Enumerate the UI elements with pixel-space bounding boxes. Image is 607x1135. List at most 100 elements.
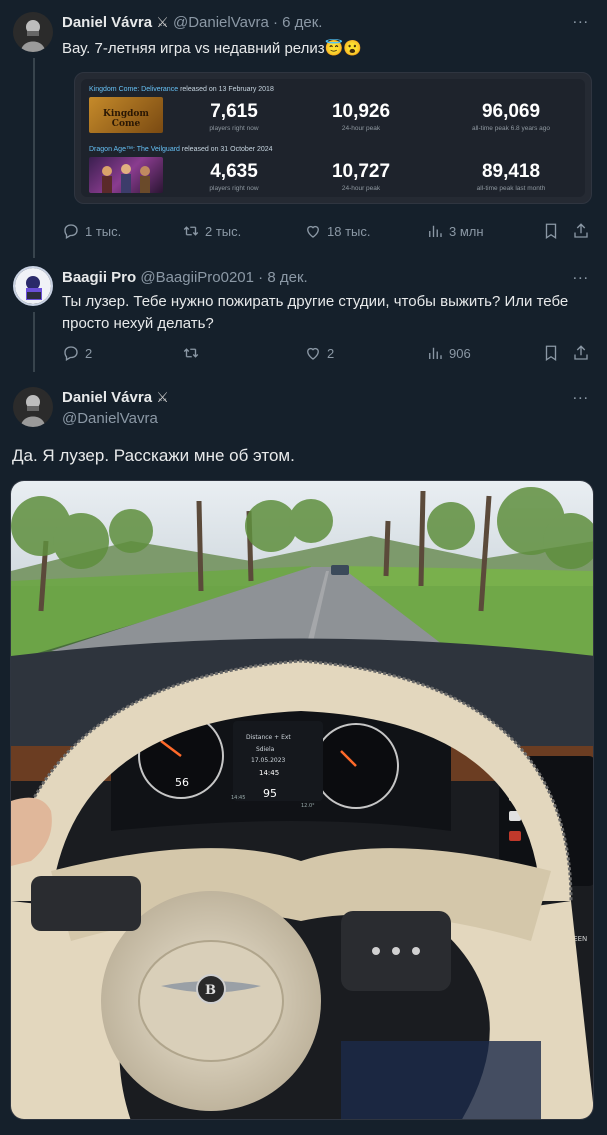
thread-line xyxy=(33,312,35,372)
steam-stats-image[interactable]: Kingdom Come: Deliverance released on 13… xyxy=(74,72,592,204)
alltime-peak-value: 96,069 xyxy=(481,101,541,122)
like-count: 2 xyxy=(327,345,335,361)
thumb-title: Kingdom Come xyxy=(103,109,149,129)
game-title: Dragon Age™: The Veilguard released on 3… xyxy=(89,146,273,153)
center-time: 14:45 xyxy=(259,769,279,777)
peak-24h-label: 24-hour peak xyxy=(341,185,381,192)
views-count: 3 млн xyxy=(449,223,484,239)
outside-temp: 12.0° xyxy=(301,803,315,809)
retweet-icon xyxy=(183,226,199,236)
share-button[interactable] xyxy=(572,344,590,362)
tweet-header: Baagii Pro @BaagiiPro0201 · 8 дек. xyxy=(62,269,308,286)
veilguard-thumbnail xyxy=(89,157,163,193)
retweet-icon xyxy=(183,348,199,358)
tweet-actions: 2 2 906 xyxy=(62,344,593,366)
views-button[interactable]: 3 млн xyxy=(426,222,484,240)
bentley-logo: B xyxy=(205,983,216,998)
like-button[interactable]: 18 тыс. xyxy=(304,222,370,240)
avatar-daniel-vavra[interactable] xyxy=(13,387,53,427)
alltime-peak-label: all-time peak last month xyxy=(476,185,546,192)
more-options-icon[interactable]: ... xyxy=(573,266,589,284)
reply-count: 2 xyxy=(85,345,93,361)
bentley-dashboard-image: SCREEN 56 Distance + Ext Sdiela 17.05.20… xyxy=(11,481,593,1119)
bookmark-button[interactable] xyxy=(542,222,560,240)
game-row-kcd: Kingdom Come: Deliverance released on 13… xyxy=(81,83,585,143)
peak-24h-stat: 10,727 24-hour peak xyxy=(316,161,406,192)
release-date: released on 13 February 2018 xyxy=(180,86,274,93)
peak-24h-value: 10,926 xyxy=(331,101,391,122)
tweet-text-line-1: Ты лузер. Тебе нужно пожирать другие сту… xyxy=(62,293,569,310)
bookmark-icon xyxy=(545,223,557,240)
tweet-time[interactable]: · 8 дек. xyxy=(258,269,308,286)
peak-24h-label: 24-hour peak xyxy=(341,125,381,132)
players-now-stat: 7,615 players right now xyxy=(189,101,279,132)
release-date: released on 31 October 2024 xyxy=(181,146,273,153)
views-count: 906 xyxy=(449,345,471,361)
game-row-veilguard: Dragon Age™: The Veilguard released on 3… xyxy=(81,143,585,203)
share-icon xyxy=(574,345,588,360)
retweet-button[interactable] xyxy=(182,344,205,362)
players-now-stat: 4,635 players right now xyxy=(189,161,279,192)
players-now-label: players right now xyxy=(209,125,259,132)
alltime-peak-value: 89,418 xyxy=(481,161,541,182)
peak-24h-stat: 10,926 24-hour peak xyxy=(316,101,406,132)
views-button[interactable]: 906 xyxy=(426,344,471,362)
retweet-count: 2 тыс. xyxy=(205,223,242,239)
tweet-2[interactable]: Baagii Pro @BaagiiPro0201 · 8 дек. ... Т… xyxy=(0,258,607,378)
alltime-peak-label: all-time peak 6.8 years ago xyxy=(471,125,551,132)
bookmark-button[interactable] xyxy=(542,344,560,362)
steam-card-inner: Kingdom Come: Deliverance released on 13… xyxy=(81,79,585,197)
tweet-1[interactable]: Daniel Vávra ⚔ @DanielVavra · 6 дек. ...… xyxy=(0,0,607,258)
author-handle[interactable]: @BaagiiPro0201 xyxy=(140,269,254,286)
game-title: Kingdom Come: Deliverance released on 13… xyxy=(89,86,274,93)
game-name-link[interactable]: Kingdom Come: Deliverance xyxy=(89,86,178,93)
share-icon xyxy=(574,223,588,238)
reply-icon xyxy=(64,346,78,361)
reply-count: 1 тыс. xyxy=(85,223,122,239)
more-options-icon[interactable]: ... xyxy=(573,10,589,28)
speed-readout: 56 xyxy=(175,776,189,789)
tweet-header: Daniel Vávra ⚔ xyxy=(62,389,169,406)
crossed-swords-icon: ⚔ xyxy=(156,389,169,405)
views-chart-icon xyxy=(429,225,442,237)
center-speed: 95 xyxy=(263,787,277,800)
views-chart-icon xyxy=(429,347,442,359)
characters-art-icon xyxy=(102,164,150,193)
avatar-baagii-pro[interactable] xyxy=(13,266,53,306)
heart-icon xyxy=(307,225,319,238)
center-line-2: Sdiela xyxy=(256,746,275,753)
game-name-link[interactable]: Dragon Age™: The Veilguard xyxy=(89,146,180,153)
tweet-actions: 1 тыс. 2 тыс. 18 тыс. 3 млн xyxy=(62,222,593,244)
car-interior-photo[interactable]: SCREEN 56 Distance + Ext Sdiela 17.05.20… xyxy=(10,480,594,1120)
reply-button[interactable]: 1 тыс. xyxy=(62,222,121,240)
avatar-daniel-vavra[interactable] xyxy=(13,12,53,52)
like-count: 18 тыс. xyxy=(327,223,371,239)
peak-24h-value: 10,727 xyxy=(331,161,391,182)
tweet-time[interactable]: · 6 дек. xyxy=(273,14,323,31)
clock-time: 14:45 xyxy=(231,795,245,801)
tweet-header: Daniel Vávra ⚔ @DanielVavra · 6 дек. xyxy=(62,14,322,31)
author-handle[interactable]: @DanielVavra xyxy=(173,14,269,31)
center-date: 17.05.2023 xyxy=(251,757,286,764)
players-now-value: 4,635 xyxy=(210,161,258,182)
tweet-text-line-2: просто нехуй делать? xyxy=(62,315,214,332)
tweet-text: Вау. 7-летняя игра vs недавний релиз😇😮 xyxy=(62,40,362,57)
tweet-text: Да. Я лузер. Расскажи мне об этом. xyxy=(12,446,295,465)
author-handle[interactable]: @DanielVavra xyxy=(62,410,158,427)
reply-button[interactable]: 2 xyxy=(62,344,92,362)
more-options-icon[interactable]: ... xyxy=(573,386,589,404)
like-button[interactable]: 2 xyxy=(304,344,334,362)
author-name[interactable]: Daniel Vávra xyxy=(62,389,152,406)
author-name[interactable]: Daniel Vávra xyxy=(62,14,152,31)
retweet-button[interactable]: 2 тыс. xyxy=(182,222,241,240)
bookmark-icon xyxy=(545,345,557,362)
alltime-peak-stat: 89,418 all-time peak last month xyxy=(441,161,581,192)
thread-line xyxy=(33,58,35,258)
alltime-peak-stat: 96,069 all-time peak 6.8 years ago xyxy=(441,101,581,132)
author-name[interactable]: Baagii Pro xyxy=(62,269,136,286)
kcd-thumbnail: Kingdom Come xyxy=(89,97,163,133)
heart-icon xyxy=(307,347,319,360)
players-now-value: 7,615 xyxy=(210,101,258,122)
share-button[interactable] xyxy=(572,222,590,240)
center-line-1: Distance + Ext xyxy=(246,734,291,741)
